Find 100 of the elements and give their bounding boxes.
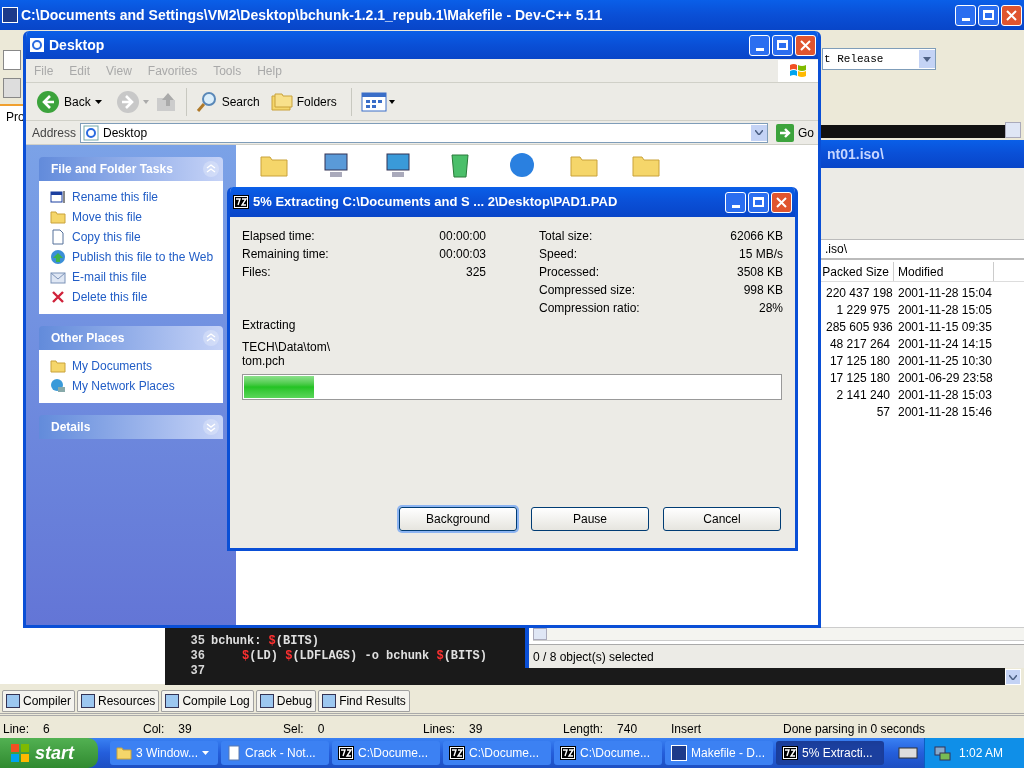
code-line: bchunk: $(BITS) (210, 634, 320, 649)
maximize-button[interactable] (978, 4, 999, 26)
keyboard-icon[interactable] (898, 746, 918, 760)
address-field[interactable]: Desktop (80, 122, 768, 143)
build-config-dropdown[interactable]: t Release (822, 48, 936, 70)
close-button[interactable] (795, 34, 816, 56)
close-button[interactable] (771, 191, 792, 213)
maximize-button[interactable] (748, 191, 769, 213)
maximize-button[interactable] (772, 34, 793, 56)
stat-value: 00:00:03 (439, 246, 486, 263)
network-icon[interactable] (933, 745, 951, 761)
table-cell-text: 17 125 180 (828, 369, 891, 387)
clock: 1:02 AM (959, 745, 1004, 762)
search-button[interactable]: Search (194, 89, 266, 114)
tab-icon (259, 694, 274, 708)
taskbar-button[interactable]: Makefile - D... (665, 741, 773, 765)
task-link[interactable]: Move this file (50, 209, 212, 225)
status-text: 0 / 8 object(s) selected (533, 648, 654, 666)
minimize-button[interactable] (749, 34, 770, 56)
tab-icon (165, 694, 180, 708)
notepad-icon (227, 745, 241, 761)
panel-tab[interactable]: Compiler (2, 690, 75, 712)
window-title: nt01.iso\ (827, 144, 884, 164)
start-button[interactable]: start (0, 738, 98, 768)
app-icon (2, 7, 18, 23)
table-cell-text: 2001-06-29 23:58 (897, 369, 993, 387)
window-icon (50, 190, 66, 204)
desktop-icon (83, 124, 100, 141)
network-icon (50, 378, 66, 394)
panel-tab[interactable]: Find Results (318, 690, 410, 712)
task-link[interactable]: Rename this file (50, 189, 212, 205)
app-icon (338, 746, 354, 760)
panel-tab[interactable]: Debug (255, 690, 317, 712)
panel-tab[interactable]: Resources (77, 690, 160, 712)
window-icon (29, 37, 45, 53)
column-header[interactable]: Modified (894, 262, 994, 281)
table-cell-text: 1 229 975 (835, 301, 891, 319)
status-text: Insert (670, 720, 702, 738)
minimize-button[interactable] (955, 4, 976, 26)
table-cell-text: 2001-11-24 14:15 (897, 335, 992, 353)
windows-logo-icon (10, 743, 30, 763)
status-label: Sel: (283, 720, 304, 738)
envelope-icon (50, 270, 66, 284)
tab-icon (322, 694, 337, 708)
toolbar-button[interactable] (3, 78, 21, 98)
task-link[interactable]: My Documents (50, 358, 212, 374)
folders-icon (269, 90, 294, 113)
go-button[interactable]: Go (772, 123, 818, 142)
panel-tab[interactable]: Compile Log (161, 690, 254, 712)
app-icon (782, 746, 798, 760)
caret-icon (202, 751, 210, 755)
dialog-button[interactable]: Cancel (663, 507, 781, 531)
app-icon (560, 746, 576, 760)
folders-button[interactable]: Folders (269, 90, 343, 113)
table-cell-text: 48 217 264 (828, 335, 891, 353)
dialog-button[interactable]: Pause (531, 507, 649, 531)
table-cell-text: 2001-11-28 15:03 (897, 386, 992, 404)
task-link[interactable]: Delete this file (50, 289, 212, 305)
current-file: tom.pch (242, 354, 286, 368)
table-cell-text: 220 437 198 (826, 284, 894, 302)
stat-label: Elapsed time: (242, 228, 315, 245)
taskbar-button[interactable]: C:\Docume... (332, 741, 440, 765)
taskbar-button[interactable]: 3 Window... (110, 741, 218, 765)
tab-icon (6, 694, 20, 708)
table-cell-text: 2001-11-28 15:04 (897, 284, 992, 302)
task-link[interactable]: My Network Places (50, 378, 212, 394)
window-title: C:\Documents and Settings\VM2\Desktop\bchunk-1.2.1_repub.1\Makefile - Dev-C++ 5.11 (21, 5, 604, 25)
task-link[interactable]: E-mail this file (50, 269, 212, 285)
dialog-button[interactable]: Background (399, 507, 517, 531)
table-cell-text: 285 605 936 (826, 318, 894, 336)
tab-icon (81, 694, 95, 708)
task-link[interactable]: Copy this file (50, 229, 212, 245)
table-cell-text: 57 (875, 403, 891, 421)
stat-label: Files: (242, 264, 271, 281)
taskbar-button[interactable]: C:\Docume... (554, 741, 662, 765)
taskbar-button[interactable]: 5% Extracti... (776, 741, 884, 765)
status-text: Extracting (242, 317, 297, 334)
close-icon (1006, 9, 1017, 21)
close-button[interactable] (1001, 4, 1022, 26)
close-icon (776, 196, 787, 208)
window-title: Desktop (49, 35, 106, 55)
stat-value: 00:00:00 (439, 228, 486, 245)
status-value: 0 (317, 720, 325, 738)
back-button[interactable]: Back (36, 89, 106, 114)
taskbar-button[interactable]: C:\Docume... (443, 741, 551, 765)
minimize-button[interactable] (725, 191, 746, 213)
task-link[interactable]: Publish this file to the Web (50, 249, 212, 265)
line-number: 37 (189, 664, 206, 679)
status-value: 740 (617, 720, 638, 738)
stat-value: 28% (758, 300, 783, 317)
window-title: 5% Extracting C:\Documents and S ... 2\Desktop\PAD1.PAD (253, 193, 619, 212)
table-cell-text: 2001-11-25 10:30 (897, 352, 992, 370)
status-value: 39 (178, 720, 192, 738)
status-value: 39 (469, 720, 483, 738)
taskbar-button[interactable]: Crack - Not... (221, 741, 329, 765)
folder-icon (116, 745, 132, 761)
stat-label: Remaining time: (242, 246, 329, 263)
views-button[interactable] (359, 90, 396, 113)
table-cell-text: 2001-11-28 15:05 (897, 301, 992, 319)
toolbar-button[interactable] (3, 50, 21, 70)
